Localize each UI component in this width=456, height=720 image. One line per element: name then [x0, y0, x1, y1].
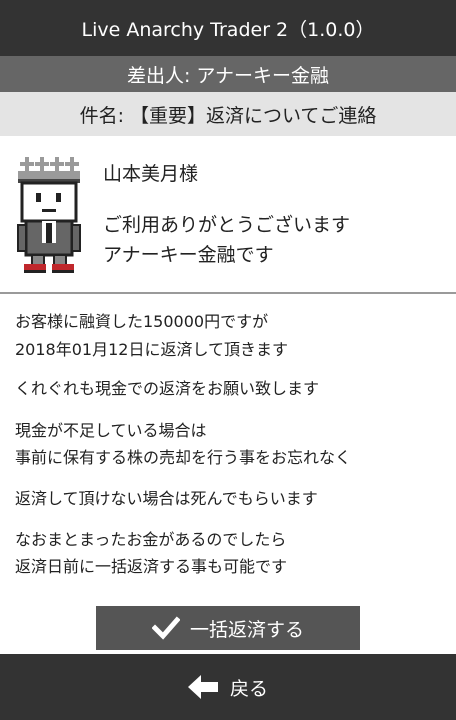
left-arrow-icon [187, 675, 218, 699]
body-line: 現金が不足している場合は [15, 421, 207, 440]
app-title: Live Anarchy Trader 2（1.0.0） [81, 18, 375, 41]
greeting-line: アナーキー金融です [103, 244, 274, 266]
sender-label: 差出人: アナーキー金融 [126, 64, 330, 87]
back-button[interactable]: 戻る [0, 654, 456, 720]
bottom-bar: 戻る [0, 654, 456, 720]
body-line: 返済して頂けない場合は死んでもらいます [15, 489, 318, 508]
body-line: くれぐれも現金での返済をお願い致します [15, 379, 320, 398]
body-line: 2018年01月12日に返済して頂きます [15, 340, 288, 359]
back-label: 戻る [229, 677, 268, 700]
checkmark-icon [151, 616, 180, 640]
pay-all-button[interactable]: 一括返済する [96, 606, 360, 650]
body-line: なおまとまったお金があるのでしたら [15, 530, 287, 549]
app-title-bar: Live Anarchy Trader 2（1.0.0） [0, 0, 456, 56]
pay-all-label: 一括返済する [189, 618, 304, 641]
mail-header: 山本美月様 ご利用ありがとうございます アナーキー金融です [0, 136, 456, 292]
body-line: 返済日前に一括返済する事も可能です [15, 557, 288, 576]
recipient-name: 山本美月様 [103, 163, 199, 185]
divider [0, 292, 456, 294]
subject-bar: 件名: 【重要】返済についてご連絡 [0, 92, 456, 136]
body-line: お客様に融資した150000円ですが [15, 312, 269, 331]
sender-bar: 差出人: アナーキー金融 [0, 56, 456, 92]
greeting-line: ご利用ありがとうございます [103, 214, 351, 236]
pixel-character-avatar-icon [16, 157, 82, 274]
subject-label: 件名: 【重要】返済についてご連絡 [79, 104, 377, 127]
body-line: 事前に保有する株の売却を行う事をお忘れなく [15, 448, 352, 467]
